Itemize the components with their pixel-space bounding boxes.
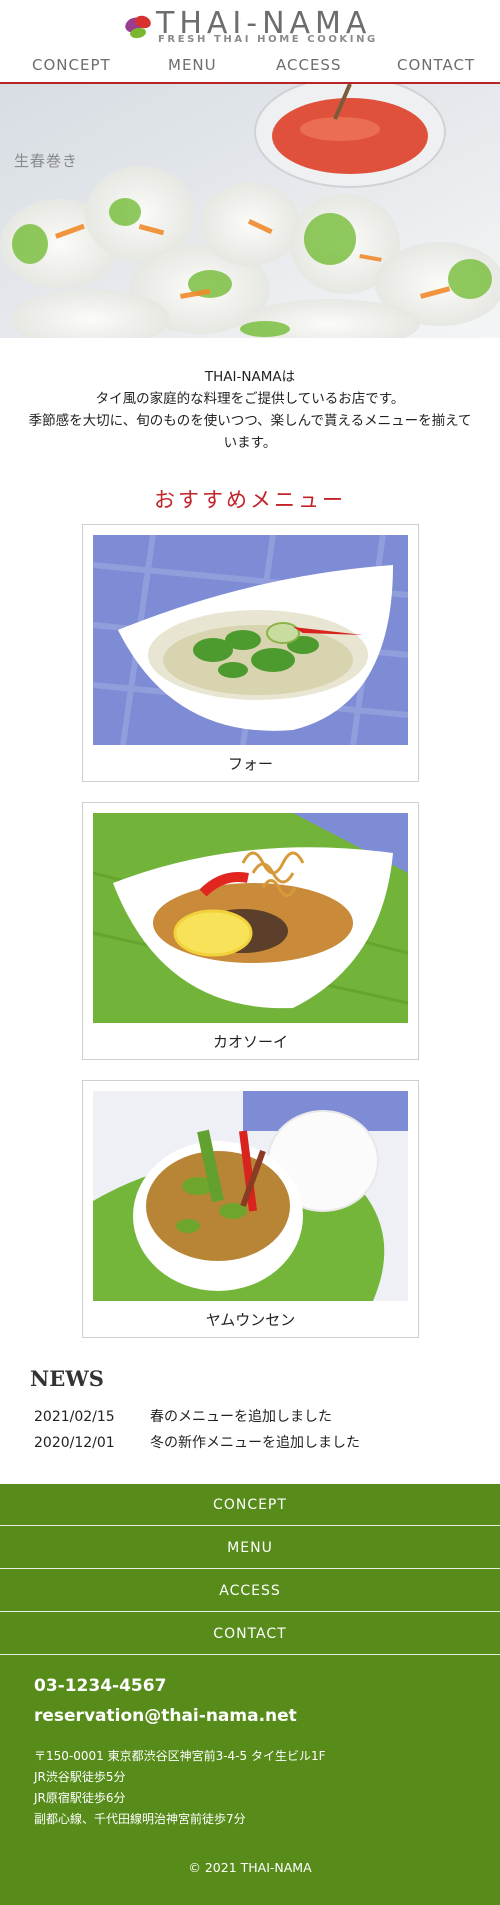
- site-header: THAI-NAMA FRESH THAI HOME COOKING CONCEP…: [0, 0, 500, 84]
- nav-menu[interactable]: MENU: [168, 56, 217, 74]
- menu-item-name: フォー: [227, 755, 273, 773]
- khao-soi-photo: [93, 813, 408, 1023]
- logo-mark-icon: [125, 15, 151, 39]
- menu-card-khao-soi[interactable]: カオソーイ: [82, 802, 419, 1060]
- menu-card-yum-woon-sen[interactable]: ヤムウンセン: [82, 1080, 419, 1338]
- news-date: 2021/02/15: [34, 1409, 115, 1425]
- news-text: 春のメニューを追加しました: [150, 1409, 332, 1425]
- news-text: 冬の新作メニューを追加しました: [150, 1435, 360, 1451]
- footer-nav-concept[interactable]: CONCEPT: [0, 1484, 500, 1526]
- news-date: 2020/12/01: [34, 1435, 115, 1451]
- logo[interactable]: THAI-NAMA FRESH THAI HOME COOKING: [124, 8, 384, 48]
- intro-line-1: THAI-NAMAは: [204, 369, 296, 385]
- footer-nav-access[interactable]: ACCESS: [0, 1570, 500, 1612]
- access-line: 副都心線、千代田線明治神宮前徒歩7分: [34, 1812, 246, 1826]
- news-item[interactable]: 2020/12/01 冬の新作メニューを追加しました: [34, 1432, 360, 1452]
- nav-access[interactable]: ACCESS: [276, 56, 341, 74]
- access-line: JR渋谷駅徒歩5分: [34, 1770, 126, 1784]
- nav-concept[interactable]: CONCEPT: [32, 56, 111, 74]
- menu-card-pho[interactable]: フォー: [82, 524, 419, 782]
- intro-line-3: 季節感を大切に、旬のものを使いつつ、楽しんで貰えるメニューを揃えています。: [28, 413, 472, 451]
- address-line: 〒150-0001 東京都渋谷区神宮前3-4-5 タイ生ビル1F: [34, 1749, 326, 1763]
- nav-contact[interactable]: CONTACT: [397, 56, 475, 74]
- phone-number[interactable]: 03-1234-4567: [34, 1676, 166, 1696]
- footer-nav-menu[interactable]: MENU: [0, 1527, 500, 1569]
- pho-photo: [93, 535, 408, 745]
- site-footer: CONCEPT MENU ACCESS CONTACT 03-1234-4567…: [0, 1484, 500, 1905]
- access-line: JR原宿駅徒歩6分: [34, 1791, 126, 1805]
- menu-item-name: カオソーイ: [212, 1033, 288, 1051]
- menu-item-name: ヤムウンセン: [205, 1311, 296, 1329]
- copyright: © 2021 THAI-NAMA: [188, 1860, 312, 1875]
- spring-rolls-photo: [0, 84, 500, 338]
- footer-nav-contact[interactable]: CONTACT: [0, 1613, 500, 1655]
- recommended-menu-title: おすすめメニュー: [154, 488, 346, 512]
- intro-text: THAI-NAMAは タイ風の家庭的な料理をご提供しているお店です。 季節感を大…: [0, 366, 500, 454]
- hero-caption: 生春巻き: [14, 152, 79, 170]
- news-item[interactable]: 2021/02/15 春のメニューを追加しました: [34, 1406, 332, 1426]
- intro-line-2: タイ風の家庭的な料理をご提供しているお店です。: [95, 391, 405, 407]
- hero-image: 生春巻き: [0, 84, 500, 338]
- yum-woon-sen-photo: [93, 1091, 408, 1301]
- news-title: NEWS: [30, 1366, 104, 1391]
- top-nav: CONCEPT MENU ACCESS CONTACT: [0, 56, 500, 80]
- logo-tagline: FRESH THAI HOME COOKING: [158, 34, 378, 45]
- email-address[interactable]: reservation@thai-nama.net: [34, 1706, 297, 1726]
